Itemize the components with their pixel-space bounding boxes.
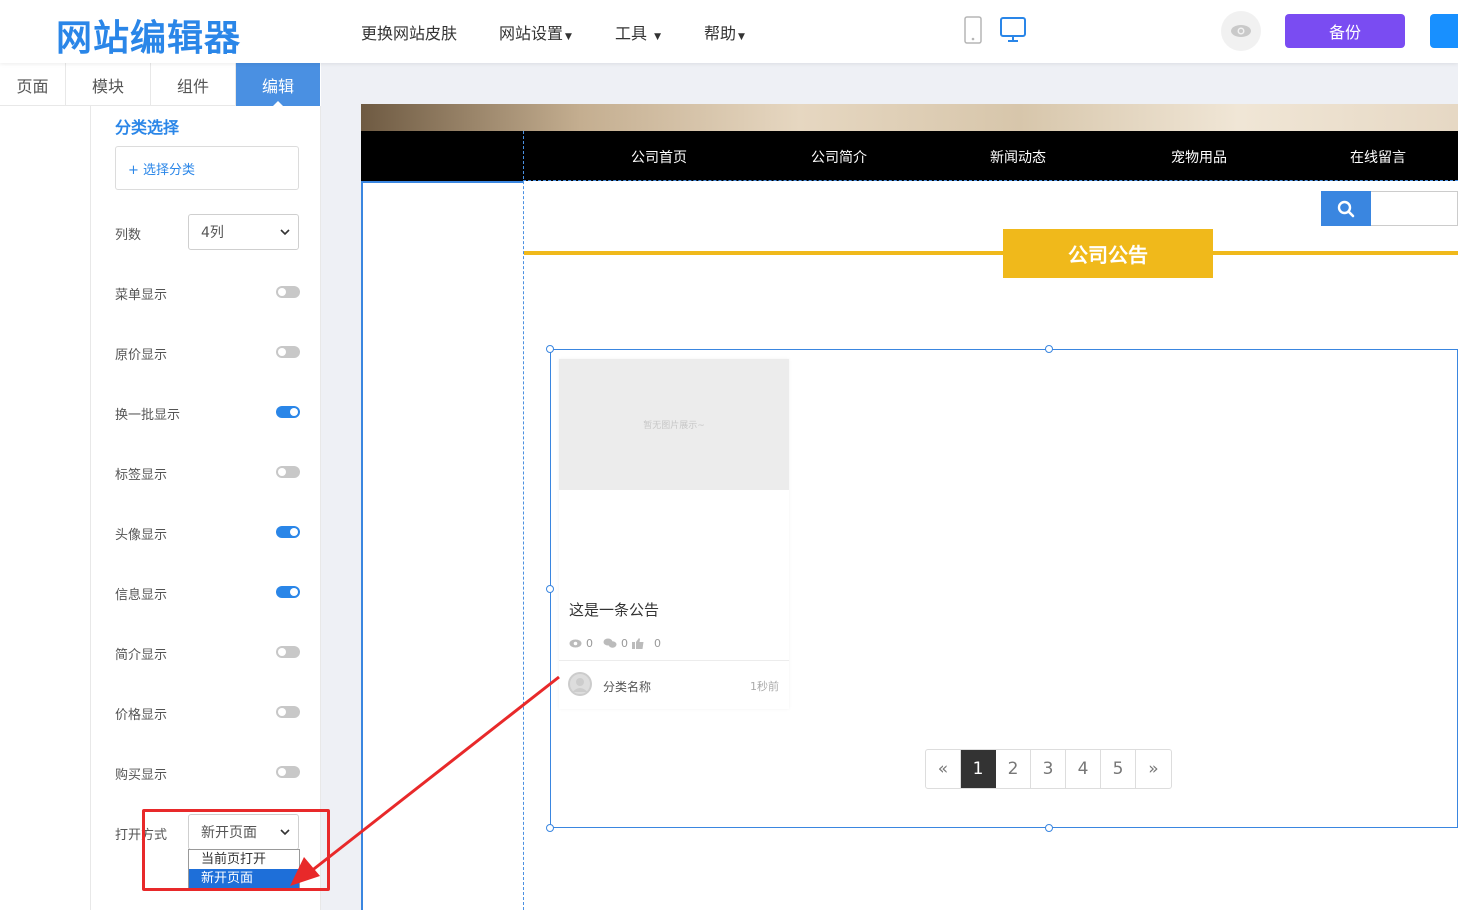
tab-components[interactable]: 组件 [151,63,236,106]
menu-label: 帮助 [704,24,737,43]
comments-count: 0 [621,637,628,650]
pagination: « 1 2 3 4 5 » [925,749,1172,789]
panel-title: 分类选择 [115,118,180,137]
guide-line [523,131,524,910]
toggle-label: 标签显示 [115,468,168,483]
annotation-highlight-box [142,809,330,891]
info-display-toggle[interactable] [276,586,300,598]
guide-line [523,180,1458,181]
section-title: 公司公告 [1003,229,1213,278]
menu-change-skin[interactable]: 更换网站皮肤 [361,20,457,44]
tab-modules[interactable]: 模块 [66,63,151,106]
caret-down-icon: ▼ [654,32,662,42]
search-input[interactable] [1371,191,1458,226]
search-button[interactable] [1321,191,1371,226]
price-display-toggle[interactable] [276,706,300,718]
toggle-label: 购买显示 [115,768,168,783]
resize-handle[interactable] [1045,824,1053,832]
nav-item-pet-supplies[interactable]: 宠物用品 [1171,147,1227,167]
backup-button[interactable]: 备份 [1285,14,1405,48]
toggle-label: 换一批显示 [115,408,181,423]
select-category-button[interactable]: + 选择分类 [115,146,299,190]
comment-icon [603,638,617,648]
nav-item-about[interactable]: 公司简介 [811,147,867,167]
banner-image [361,104,1458,131]
nav-item-message[interactable]: 在线留言 [1350,147,1406,167]
caret-down-icon: ▼ [565,32,572,42]
card-title[interactable]: 这是一条公告 [569,599,659,620]
mobile-view-icon[interactable] [964,16,982,48]
card-divider [559,660,789,661]
page-button-4[interactable]: 4 [1066,750,1101,788]
tag-display-toggle[interactable] [276,466,300,478]
tab-pages[interactable]: 页面 [0,63,66,106]
chevron-down-icon [280,225,290,243]
toggle-label: 简介显示 [115,648,168,663]
resize-handle[interactable] [546,585,554,593]
card-stats: 0 0 0 [569,637,661,650]
toggle-label: 菜单显示 [115,288,168,303]
nav-item-news[interactable]: 新闻动态 [990,147,1046,167]
columns-value: 4列 [201,225,224,241]
toggle-label: 价格显示 [115,708,168,723]
avatar [568,672,592,696]
editor-tabs: 页面 模块 组件 编辑 [0,63,320,107]
preview-eye-icon[interactable] [1221,11,1261,51]
toggle-label: 信息显示 [115,588,168,603]
resize-handle[interactable] [546,824,554,832]
section-title-line [524,251,1458,255]
buy-display-toggle[interactable] [276,766,300,778]
nav-item-home[interactable]: 公司首页 [631,147,687,167]
card-category: 分类名称 [603,680,652,694]
columns-select[interactable]: 4列 [188,214,299,250]
menu-help[interactable]: 帮助 ▼ [704,20,745,44]
resize-handle[interactable] [1045,345,1053,353]
likes-count: 0 [654,637,661,650]
card-time: 1秒前 [750,680,779,693]
logo: 网站编辑器 [56,18,242,59]
selection-border [361,181,363,910]
avatar-display-toggle[interactable] [276,526,300,538]
card-image-placeholder: 暂无图片展示~ [559,359,789,490]
summary-display-toggle[interactable] [276,646,300,658]
menu-display-toggle[interactable] [276,286,300,298]
desktop-view-icon[interactable] [999,16,1027,48]
page-list-column [0,106,91,910]
views-count: 0 [586,637,593,650]
page-prev-button[interactable]: « [926,750,961,788]
toggle-label: 原价显示 [115,348,168,363]
caret-down-icon: ▼ [738,32,745,42]
original-price-toggle[interactable] [276,346,300,358]
menu-label: 网站设置 [499,24,564,43]
site-preview: 公司首页 公司简介 新闻动态 宠物用品 在线留言 公司公告 暂无图片展示~ 这是… [361,104,1458,910]
like-icon [632,638,644,649]
menu-label: 工具 [615,24,648,43]
columns-label: 列数 [115,228,142,243]
page-button-1[interactable]: 1 [961,750,996,788]
toggle-label: 头像显示 [115,528,168,543]
page-next-button[interactable]: » [1136,750,1171,788]
settings-panel: 分类选择 + 选择分类 列数 4列 菜单显示 原价显示 换一批显示 标签显示 头… [91,106,321,910]
page-button-3[interactable]: 3 [1031,750,1066,788]
publish-button[interactable] [1430,14,1458,48]
eye-icon [569,639,582,648]
menu-site-settings[interactable]: 网站设置 ▼ [499,20,572,44]
menu-label: 更换网站皮肤 [361,24,458,43]
selection-border [361,181,523,183]
refresh-batch-toggle[interactable] [276,406,300,418]
top-bar: 网站编辑器 更换网站皮肤 网站设置 ▼ 工具 ▼ 帮助 ▼ 备份 [0,0,1458,63]
resize-handle[interactable] [546,345,554,353]
menu-tools[interactable]: 工具 ▼ [615,20,661,44]
page-button-5[interactable]: 5 [1101,750,1136,788]
notice-card[interactable]: 暂无图片展示~ 这是一条公告 0 0 0 分类名称 1秒前 [559,359,789,709]
tab-edit[interactable]: 编辑 [236,63,320,107]
search-icon [1337,200,1355,217]
site-nav: 公司首页 公司简介 新闻动态 宠物用品 在线留言 [361,131,1458,181]
page-button-2[interactable]: 2 [996,750,1031,788]
